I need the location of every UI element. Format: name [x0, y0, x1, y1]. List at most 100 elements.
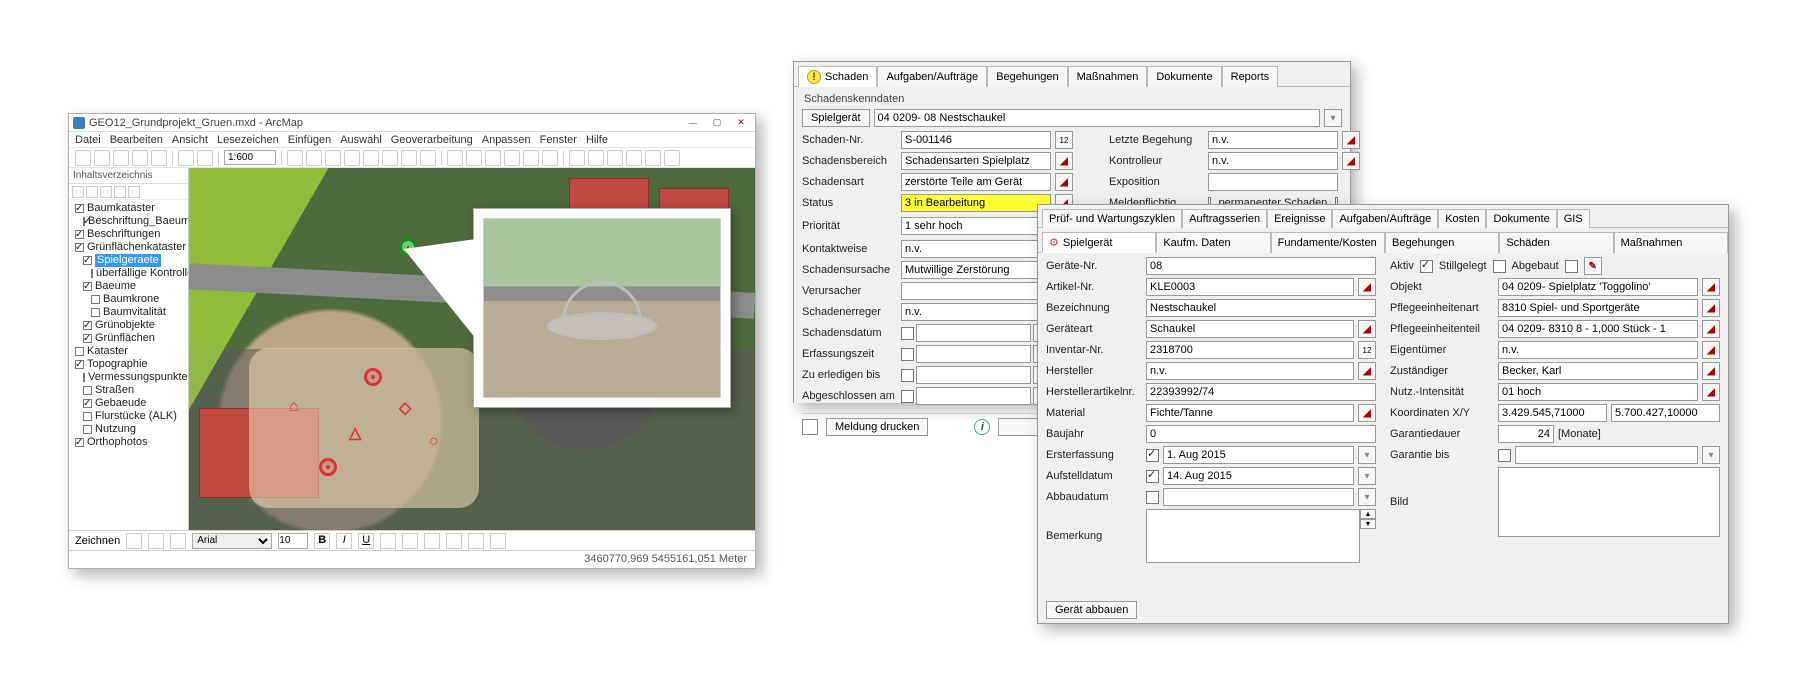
lookup-red-icon[interactable]: ◢: [1358, 362, 1376, 380]
layer-checkbox[interactable]: [83, 334, 92, 343]
toolbar-button[interactable]: [132, 150, 148, 166]
checkbox[interactable]: [901, 348, 914, 361]
checkbox[interactable]: [1498, 449, 1511, 462]
text-input[interactable]: [1208, 173, 1338, 191]
layer-item[interactable]: Grünflächenkataster: [75, 241, 186, 254]
lookup-icon[interactable]: ▾: [1324, 109, 1342, 127]
checkbox[interactable]: [1493, 260, 1506, 273]
checkbox[interactable]: [901, 390, 914, 403]
layer-item[interactable]: Spielgeraete: [75, 254, 186, 267]
tab[interactable]: Dokumente: [1486, 209, 1556, 228]
menu-item[interactable]: Geoverarbeitung: [391, 134, 473, 146]
layer-item[interactable]: Orthophotos: [75, 436, 186, 449]
text-input[interactable]: [1208, 131, 1338, 149]
toc-tool[interactable]: [114, 186, 126, 198]
text-input[interactable]: [901, 131, 1051, 149]
text-input[interactable]: [1515, 446, 1698, 464]
text-input[interactable]: [1146, 257, 1376, 275]
minimize-button[interactable]: —: [683, 117, 703, 129]
text-input[interactable]: [1498, 299, 1698, 317]
draw-tool[interactable]: [424, 533, 440, 549]
layer-item[interactable]: Topographie: [75, 358, 186, 371]
tab[interactable]: Maßnahmen: [1614, 232, 1728, 253]
close-button[interactable]: ✕: [731, 117, 751, 129]
date-picker-icon[interactable]: ▾: [1358, 446, 1376, 464]
layer-checkbox[interactable]: [75, 347, 84, 356]
layer-item[interactable]: Baumkrone: [75, 293, 186, 306]
lookup-red-icon[interactable]: ◢: [1702, 383, 1720, 401]
layer-item[interactable]: Flurstücke (ALK): [75, 410, 186, 423]
layer-item[interactable]: Baumkataster: [75, 202, 186, 215]
toolbar-button[interactable]: [287, 150, 303, 166]
marker-icon[interactable]: ◇: [399, 398, 411, 418]
text-input[interactable]: [1498, 341, 1698, 359]
text-input[interactable]: [901, 303, 1051, 321]
draw-tool[interactable]: [170, 533, 186, 549]
toolbar-button[interactable]: [607, 150, 623, 166]
layer-checkbox[interactable]: [91, 269, 93, 278]
layer-checkbox[interactable]: [75, 230, 84, 239]
draw-tool[interactable]: [490, 533, 506, 549]
layer-checkbox[interactable]: [83, 373, 85, 382]
toolbar-button[interactable]: [664, 150, 680, 166]
toolbar-button[interactable]: [94, 150, 110, 166]
toolbar-button[interactable]: [306, 150, 322, 166]
toc-tool[interactable]: [72, 186, 84, 198]
tab[interactable]: Begehungen: [1385, 232, 1499, 253]
text-input[interactable]: [1163, 488, 1354, 506]
toolbar-button[interactable]: [504, 150, 520, 166]
layer-checkbox[interactable]: [83, 425, 92, 434]
tab-maßnahmen[interactable]: Maßnahmen: [1068, 66, 1148, 87]
draw-tool[interactable]: [446, 533, 462, 549]
text-input[interactable]: [916, 345, 1031, 363]
text-input[interactable]: [1498, 425, 1554, 443]
toolbar-button[interactable]: [447, 150, 463, 166]
toolbar-button[interactable]: [178, 150, 194, 166]
text-input[interactable]: [916, 366, 1031, 384]
draw-tool[interactable]: [380, 533, 396, 549]
text-input[interactable]: [1146, 320, 1354, 338]
toolbar-button[interactable]: [363, 150, 379, 166]
italic-button[interactable]: I: [336, 533, 352, 549]
toc-tool[interactable]: [128, 186, 140, 198]
info-icon[interactable]: i: [974, 419, 990, 435]
toolbar-button[interactable]: [588, 150, 604, 166]
toc-tool[interactable]: [86, 186, 98, 198]
layer-checkbox[interactable]: [83, 386, 92, 395]
text-input[interactable]: [1498, 278, 1698, 296]
toolbar-button[interactable]: [645, 150, 661, 166]
menu-item[interactable]: Ansicht: [172, 134, 208, 146]
tab[interactable]: Aufgaben/Aufträge: [1332, 209, 1438, 228]
marker-icon[interactable]: ○: [429, 433, 439, 451]
checkbox[interactable]: [901, 369, 914, 382]
print-button[interactable]: Meldung drucken: [826, 418, 928, 436]
layer-checkbox[interactable]: [75, 204, 84, 213]
text-input[interactable]: [1611, 404, 1720, 422]
menu-item[interactable]: Fenster: [540, 134, 577, 146]
save-icon[interactable]: [802, 419, 818, 435]
text-input[interactable]: [1146, 278, 1354, 296]
toolbar-button[interactable]: [420, 150, 436, 166]
layer-checkbox[interactable]: [91, 308, 100, 317]
menu-item[interactable]: Auswahl: [340, 134, 382, 146]
layer-checkbox[interactable]: [75, 438, 84, 447]
layer-item[interactable]: Baumvitalität: [75, 306, 186, 319]
toolbar-button[interactable]: [569, 150, 585, 166]
checkbox[interactable]: [1146, 491, 1159, 504]
image-placeholder[interactable]: [1498, 467, 1720, 537]
layer-item[interactable]: Grünobjekte: [75, 319, 186, 332]
font-size-input[interactable]: [278, 533, 308, 549]
tab-dokumente[interactable]: Dokumente: [1147, 66, 1221, 87]
text-input[interactable]: [1146, 404, 1354, 422]
text-input[interactable]: [1498, 362, 1698, 380]
toolbar-button[interactable]: [523, 150, 539, 166]
layer-item[interactable]: überfällige Kontrolle: [75, 267, 186, 280]
layer-checkbox[interactable]: [83, 217, 85, 226]
toolbar-button[interactable]: [75, 150, 91, 166]
scale-input[interactable]: [224, 150, 276, 165]
number-icon[interactable]: 12: [1055, 131, 1073, 149]
menu-item[interactable]: Anpassen: [482, 134, 531, 146]
tab-schaden[interactable]: !Schaden: [798, 66, 877, 87]
draw-tool[interactable]: [468, 533, 484, 549]
layer-item[interactable]: Straßen: [75, 384, 186, 397]
